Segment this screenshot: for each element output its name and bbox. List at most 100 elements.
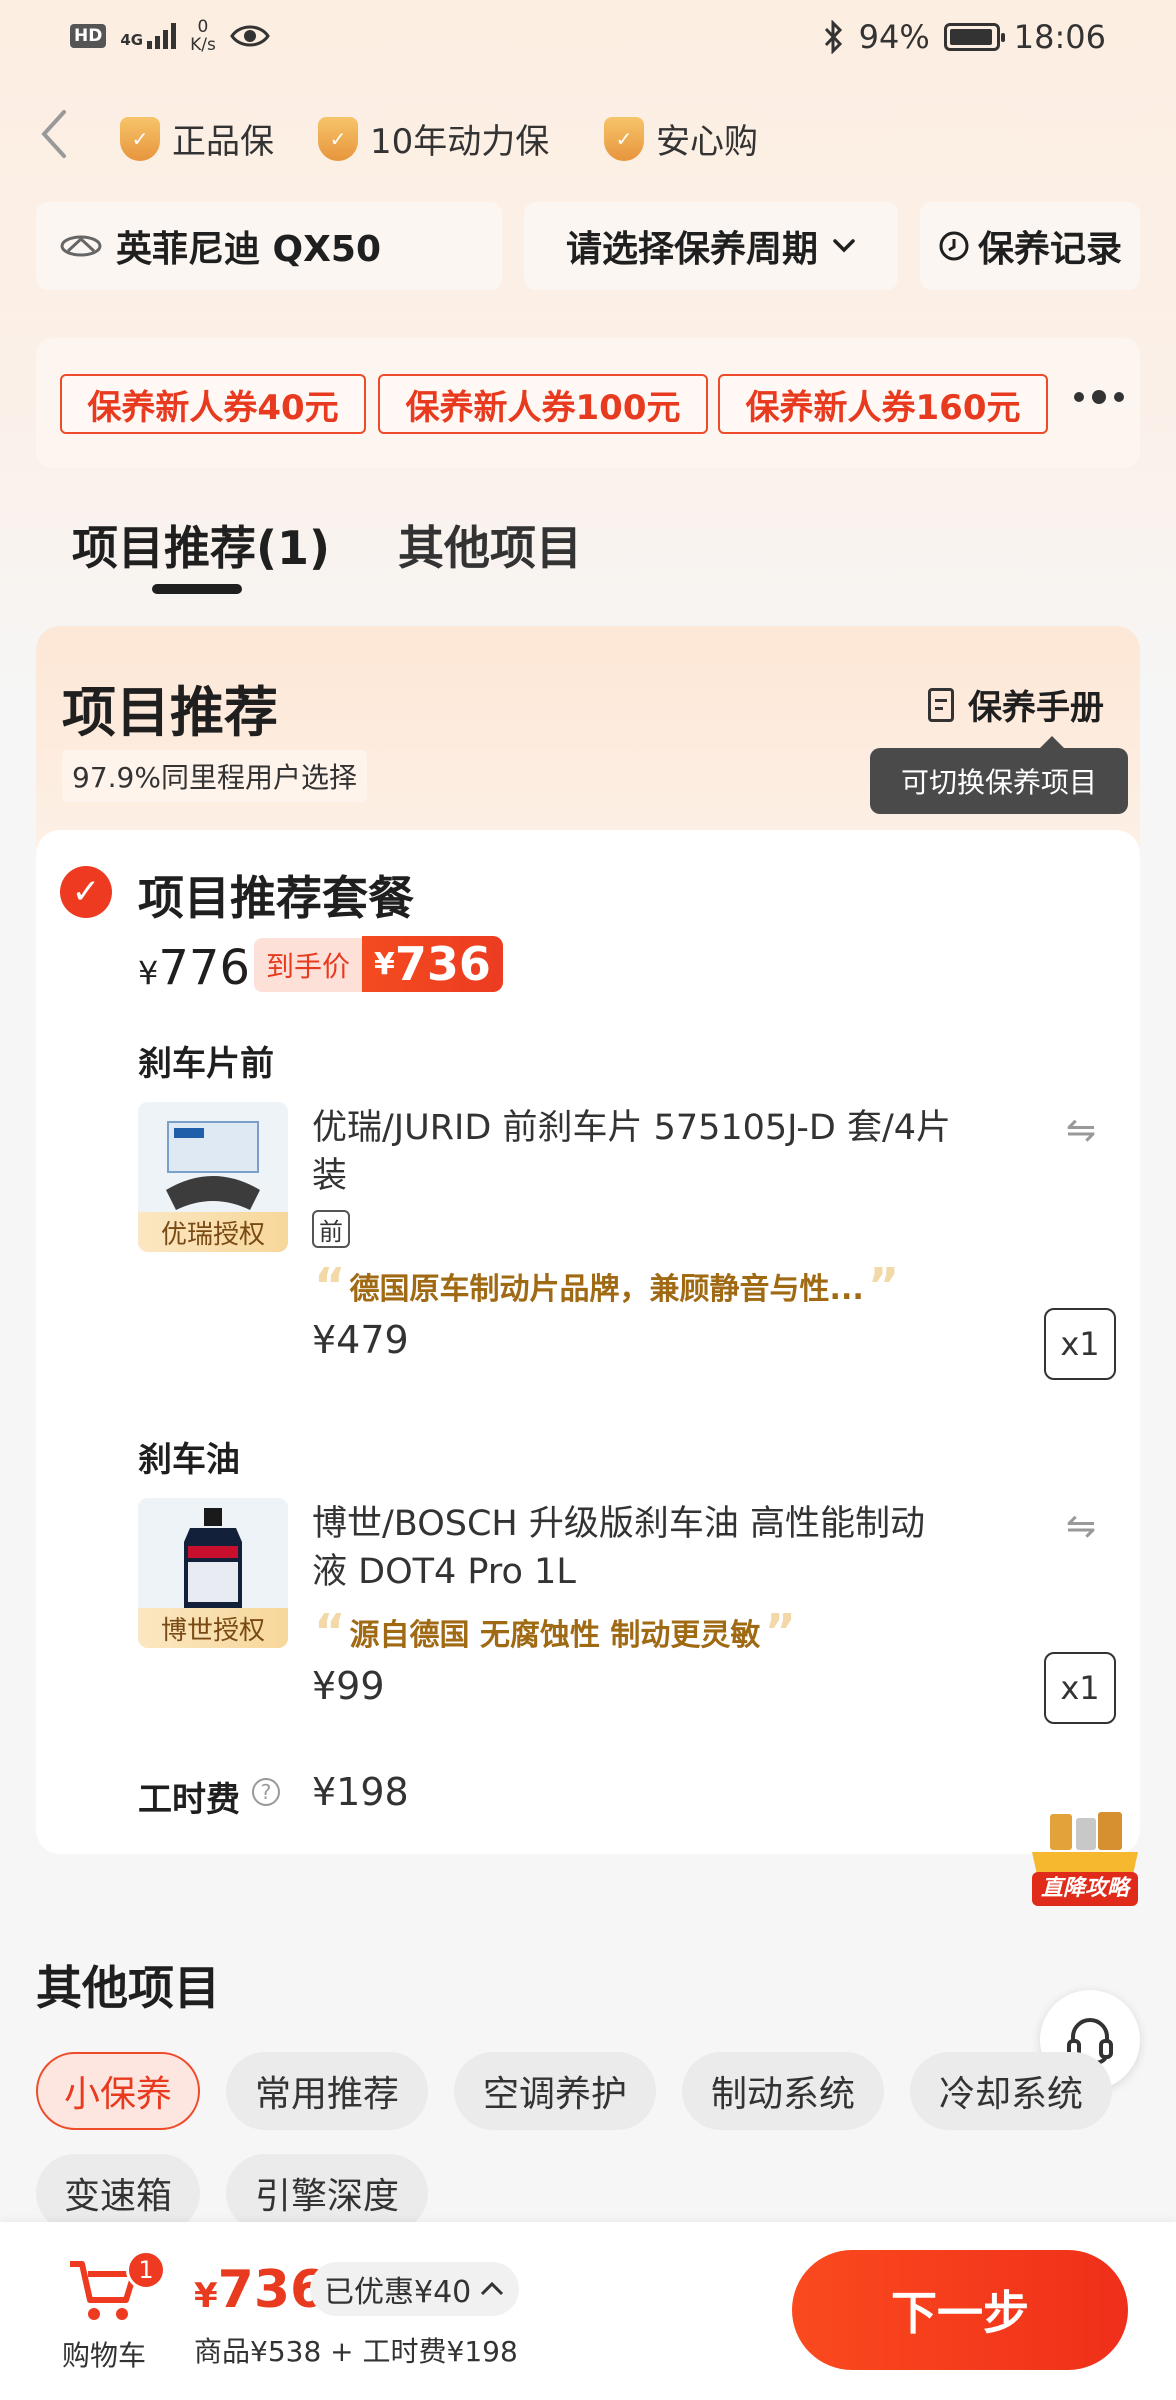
recommend-title: 项目推荐 bbox=[62, 681, 278, 744]
cart-count-badge: 1 bbox=[126, 2250, 166, 2290]
product-name-line: 装 bbox=[312, 1156, 348, 1196]
product-name-line: 优瑞/JURID 前刹车片 575105J-D 套/4片 bbox=[312, 1108, 952, 1148]
shield-icon: ✓ bbox=[318, 116, 358, 161]
pill-engine-deep[interactable]: 引擎深度 bbox=[226, 2154, 428, 2232]
currency-symbol: ¥ bbox=[138, 954, 159, 992]
guarantee-powertrain: ✓ 10年动力保 bbox=[318, 114, 549, 163]
swap-product-icon[interactable]: ⇋ bbox=[1066, 1506, 1096, 1547]
recommend-subtitle: 97.9%同里程用户选择 bbox=[62, 750, 367, 802]
back-arrow-icon bbox=[41, 110, 66, 158]
coupon-160[interactable]: 保养新人券160元 bbox=[718, 374, 1048, 434]
product-image-brake-fluid[interactable]: 博世授权 bbox=[138, 1498, 288, 1648]
network-type: 4G bbox=[120, 31, 144, 49]
tab-other[interactable]: 其他项目 bbox=[398, 512, 582, 578]
back-button[interactable] bbox=[38, 108, 78, 168]
pill-common[interactable]: 常用推荐 bbox=[226, 2052, 428, 2130]
product-name[interactable]: 优瑞/JURID 前刹车片 575105J-D 套/4片 装 bbox=[312, 1104, 972, 1200]
product-price: ¥99 bbox=[312, 1664, 385, 1708]
coupon-label: 保养新人券40元 bbox=[87, 387, 339, 428]
brand-tag: 博世授权 bbox=[138, 1608, 288, 1648]
tab-recommended[interactable]: 项目推荐(1) bbox=[72, 512, 330, 578]
currency-symbol: ¥ bbox=[374, 946, 395, 982]
labor-price: ¥198 bbox=[312, 1770, 409, 1814]
car-selector[interactable]: 英菲尼迪 QX50 bbox=[36, 202, 502, 290]
product-name[interactable]: 博世/BOSCH 升级版刹车油 高性能制动 液 DOT4 Pro 1L bbox=[312, 1500, 972, 1596]
status-right: 94% 18:06 bbox=[823, 18, 1106, 56]
final-price: ¥736 bbox=[362, 936, 503, 992]
total-price: ¥736 bbox=[194, 2260, 326, 2320]
section-brake-pads: 刹车片前 bbox=[138, 1044, 274, 1084]
product-image-brake-pad[interactable]: 优瑞授权 bbox=[138, 1102, 288, 1252]
document-icon bbox=[928, 687, 954, 722]
maintenance-record-button[interactable]: 保养记录 bbox=[920, 202, 1140, 290]
manual-label: 保养手册 bbox=[968, 688, 1104, 728]
coupon-40[interactable]: 保养新人券40元 bbox=[60, 374, 366, 434]
coupon-100[interactable]: 保养新人券100元 bbox=[378, 374, 708, 434]
cycle-selector[interactable]: 请选择保养周期 bbox=[524, 202, 898, 290]
net-speed-value: 0 bbox=[197, 17, 209, 37]
maintenance-manual-button[interactable]: 保养手册 bbox=[928, 680, 1104, 729]
battery-icon bbox=[943, 23, 1005, 51]
pill-minor-maintenance[interactable]: 小保养 bbox=[36, 2052, 200, 2130]
product-quote: “ 源自德国 无腐蚀性 制动更灵敏 ” bbox=[310, 1604, 800, 1660]
hd-badge: HD bbox=[70, 24, 107, 48]
quote-open-icon: “ bbox=[314, 1258, 346, 1314]
package-check-icon[interactable]: ✓ bbox=[60, 866, 112, 918]
price-breakdown: 商品¥538 + 工时费¥198 bbox=[194, 2335, 518, 2368]
quote-text: 德国原车制动片品牌，兼顾静音与性... bbox=[349, 1272, 864, 1307]
quote-open-icon: “ bbox=[314, 1604, 346, 1660]
quote-close-icon: ” bbox=[867, 1258, 900, 1314]
final-price-label: 到手价 bbox=[254, 938, 363, 992]
cycle-label: 请选择保养周期 bbox=[565, 229, 818, 270]
record-label: 保养记录 bbox=[977, 229, 1122, 270]
pill-ac-care[interactable]: 空调养护 bbox=[454, 2052, 656, 2130]
coupon-label: 保养新人券100元 bbox=[405, 387, 681, 428]
car-brand-icon bbox=[60, 235, 102, 257]
status-bar: HD 4G 0 K/s 94% 18:06 bbox=[0, 0, 1176, 76]
cart-label: 购物车 bbox=[62, 2339, 147, 2372]
car-name: 英菲尼迪 QX50 bbox=[116, 229, 381, 270]
battery-percent: 94% bbox=[858, 18, 930, 56]
original-price-value: 776 bbox=[158, 940, 250, 996]
guarantee-safe: ✓ 安心购 bbox=[604, 114, 758, 163]
tooltip: 可切换保养项目 bbox=[870, 736, 1128, 814]
shield-icon: ✓ bbox=[604, 116, 644, 161]
brand-tag: 优瑞授权 bbox=[138, 1212, 288, 1252]
help-icon[interactable]: ? bbox=[252, 1778, 280, 1806]
original-price: ¥776 bbox=[138, 940, 250, 996]
quantity-button[interactable]: x1 bbox=[1044, 1652, 1116, 1724]
promo-label: 直降攻略 bbox=[1040, 1876, 1129, 1901]
coupon-label: 保养新人券160元 bbox=[745, 387, 1021, 428]
discount-details-button[interactable]: 已优惠¥40 bbox=[310, 2262, 520, 2316]
guarantee-authentic: ✓ 正品保 bbox=[120, 114, 274, 163]
pill-cooling-system[interactable]: 冷却系统 bbox=[910, 2052, 1112, 2130]
price-drop-promo-button[interactable]: 直降攻略 bbox=[1026, 1808, 1144, 1912]
net-speed-unit: K/s bbox=[190, 35, 216, 55]
more-coupons-icon[interactable] bbox=[1074, 390, 1124, 404]
quote-text: 源自德国 无腐蚀性 制动更灵敏 bbox=[349, 1618, 761, 1653]
chevron-up-icon bbox=[481, 2281, 504, 2296]
guarantee-label: 安心购 bbox=[656, 122, 758, 162]
product-quote: “ 德国原车制动片品牌，兼顾静音与性... ” bbox=[310, 1258, 903, 1314]
discount-label: 已优惠¥40 bbox=[324, 2275, 472, 2310]
pill-brake-system[interactable]: 制动系统 bbox=[682, 2052, 884, 2130]
pill-transmission[interactable]: 变速箱 bbox=[36, 2154, 200, 2232]
labor-label: 工时费 bbox=[138, 1780, 240, 1820]
chevron-down-icon bbox=[833, 239, 855, 253]
guarantee-label: 正品保 bbox=[172, 122, 274, 162]
swap-product-icon[interactable]: ⇋ bbox=[1066, 1110, 1096, 1151]
quote-close-icon: ” bbox=[764, 1604, 796, 1660]
product-name-line: 博世/BOSCH 升级版刹车油 高性能制动 bbox=[312, 1504, 925, 1544]
product-price: ¥479 bbox=[312, 1318, 409, 1362]
bluetooth-icon bbox=[824, 20, 842, 54]
next-step-button[interactable]: 下一步 bbox=[792, 2250, 1128, 2370]
product-name-line: 液 DOT4 Pro 1L bbox=[312, 1552, 576, 1592]
quantity-button[interactable]: x1 bbox=[1044, 1308, 1116, 1380]
status-left: HD 4G 0 K/s bbox=[70, 18, 270, 54]
section-brake-fluid: 刹车油 bbox=[138, 1440, 240, 1480]
position-tag: 前 bbox=[312, 1210, 350, 1248]
package-title: 项目推荐套餐 bbox=[138, 871, 414, 925]
tab-indicator bbox=[152, 584, 242, 594]
signal-icon: 4G bbox=[120, 23, 177, 49]
eye-icon bbox=[230, 25, 270, 47]
